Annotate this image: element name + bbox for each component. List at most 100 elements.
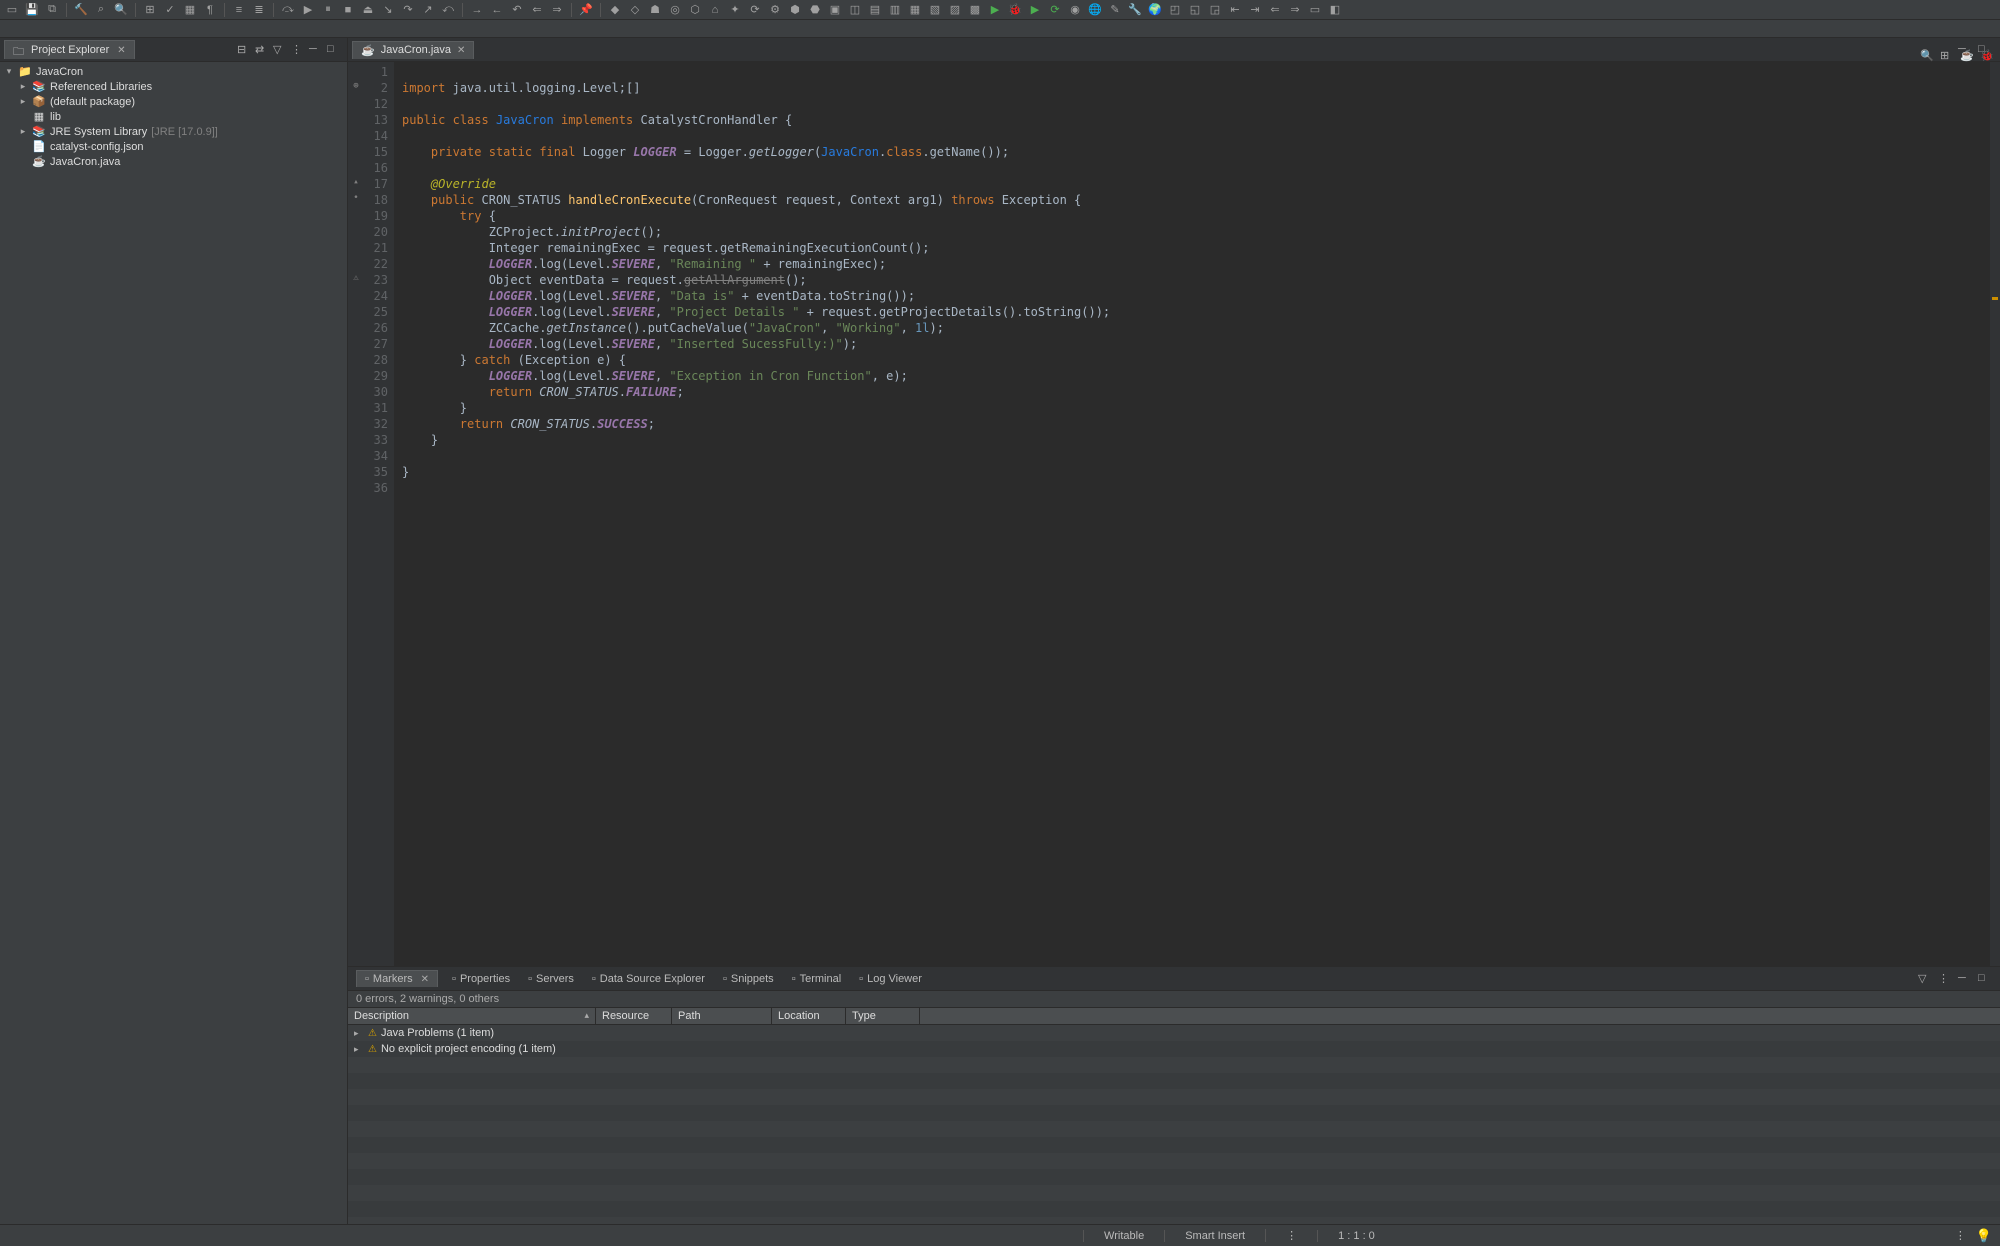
toolbar-misc-icon[interactable]: ⬣ xyxy=(807,2,823,18)
toolbar-step-return-icon[interactable]: ↗ xyxy=(420,2,436,18)
toolbar-debug-icon[interactable]: 🐞 xyxy=(1007,2,1023,18)
toolbar-misc-icon[interactable]: ▣ xyxy=(827,2,843,18)
toolbar-new-icon[interactable]: ▭ xyxy=(4,2,20,18)
toolbar-misc-icon[interactable]: ⟳ xyxy=(747,2,763,18)
maximize-icon[interactable]: □ xyxy=(1978,972,1992,985)
toolbar-misc-icon[interactable]: ▩ xyxy=(967,2,983,18)
bottom-tab-log-viewer[interactable]: ▫Log Viewer xyxy=(855,971,926,987)
toolbar-misc-icon[interactable]: ⬢ xyxy=(787,2,803,18)
toolbar-misc-icon[interactable]: ▨ xyxy=(947,2,963,18)
toolbar-misc-icon[interactable]: 🔧 xyxy=(1127,2,1143,18)
toolbar-misc-icon[interactable]: ⌂ xyxy=(707,2,723,18)
toolbar-misc-icon[interactable]: ◰ xyxy=(1167,2,1183,18)
link-editor-icon[interactable]: ⇄ xyxy=(255,43,269,57)
toolbar-misc-icon[interactable]: ▤ xyxy=(867,2,883,18)
sort-ascending-icon[interactable]: ▴ xyxy=(584,1010,589,1021)
toolbar-debug-skip-icon[interactable]: ⤼ xyxy=(280,2,296,18)
toolbar-last-edit-icon[interactable]: ↶ xyxy=(509,2,525,18)
close-icon[interactable]: ✕ xyxy=(457,45,465,56)
toolbar-misc-icon[interactable]: ◫ xyxy=(847,2,863,18)
toolbar-misc-icon[interactable]: 🌐 xyxy=(1087,2,1103,18)
column-type[interactable]: Type xyxy=(846,1008,920,1024)
filter-icon[interactable]: ▽ xyxy=(1918,972,1932,985)
bottom-tab-servers[interactable]: ▫Servers xyxy=(524,971,578,987)
toolbar-misc-icon[interactable]: ▭ xyxy=(1307,2,1323,18)
toolbar-open-type-icon[interactable]: ⌕ xyxy=(93,2,109,18)
toolbar-misc-icon[interactable]: ▥ xyxy=(887,2,903,18)
tip-bulb-icon[interactable]: 💡 xyxy=(1966,1228,1992,1244)
toolbar-misc-icon[interactable]: ◇ xyxy=(627,2,643,18)
toolbar-misc-icon[interactable]: ⇒ xyxy=(1287,2,1303,18)
tree-item[interactable]: ▸📚Referenced Libraries xyxy=(0,79,347,94)
tree-expander-icon[interactable]: ▸ xyxy=(18,96,28,107)
toolbar-suspend-icon[interactable]: ⏸ xyxy=(320,2,336,18)
open-perspective-icon[interactable]: ⊞ xyxy=(1940,49,1954,62)
toolbar-build-icon[interactable]: 🔨 xyxy=(73,2,89,18)
project-explorer-tab[interactable]: 🗀 Project Explorer ✕ xyxy=(4,40,135,59)
column-location[interactable]: Location xyxy=(772,1008,846,1024)
status-menu-icon[interactable]: ⋮ xyxy=(1265,1229,1317,1242)
tree-item[interactable]: ☕JavaCron.java xyxy=(0,154,347,169)
toolbar-back-icon[interactable]: ⇐ xyxy=(529,2,545,18)
toolbar-coverage-icon[interactable]: ▶ xyxy=(1027,2,1043,18)
toolbar-misc-icon[interactable]: ✎ xyxy=(1107,2,1123,18)
view-menu-icon[interactable]: ⋮ xyxy=(291,43,305,57)
collapse-all-icon[interactable]: ⊟ xyxy=(237,43,251,57)
bottom-tab-terminal[interactable]: ▫Terminal xyxy=(788,971,845,987)
tree-item[interactable]: 📄catalyst-config.json xyxy=(0,139,347,154)
toolbar-misc-icon[interactable]: ◱ xyxy=(1187,2,1203,18)
expand-icon[interactable]: ▸ xyxy=(354,1044,364,1055)
view-menu-icon[interactable]: ⋮ xyxy=(1938,972,1952,985)
toolbar-saveall-icon[interactable]: ⧉ xyxy=(44,2,60,18)
gutter-markers[interactable]: ⊕▴•⚠ xyxy=(348,62,364,966)
toolbar-misc-icon[interactable]: ☗ xyxy=(647,2,663,18)
toolbar-misc-icon[interactable]: ◧ xyxy=(1327,2,1343,18)
toolbar-search-icon[interactable]: 🔍 xyxy=(113,2,129,18)
search-icon[interactable]: 🔍 xyxy=(1920,49,1934,62)
toolbar-terminate-icon[interactable]: ■ xyxy=(340,2,356,18)
problem-group-row[interactable]: ▸⚠Java Problems (1 item) xyxy=(348,1025,2000,1041)
toolbar-annotation-next-icon[interactable]: ≣ xyxy=(251,2,267,18)
toolbar-misc-icon[interactable]: ⬡ xyxy=(687,2,703,18)
toolbar-block-selection-icon[interactable]: ▦ xyxy=(182,2,198,18)
toolbar-forward-icon[interactable]: ⇒ xyxy=(549,2,565,18)
toolbar-misc-icon[interactable]: ⇥ xyxy=(1247,2,1263,18)
toolbar-misc-icon[interactable]: ⚙ xyxy=(767,2,783,18)
bottom-tab-markers[interactable]: ▫Markers✕ xyxy=(356,970,438,987)
tree-item[interactable]: ▾📁JavaCron xyxy=(0,64,347,79)
minimize-icon[interactable]: ─ xyxy=(1958,972,1972,985)
bottom-tab-properties[interactable]: ▫Properties xyxy=(448,971,514,987)
toolbar-run-last-icon[interactable]: ⟳ xyxy=(1047,2,1063,18)
toolbar-save-icon[interactable]: 💾 xyxy=(24,2,40,18)
tree-expander-icon[interactable]: ▸ xyxy=(18,126,28,137)
toolbar-resume-icon[interactable]: ▶ xyxy=(300,2,316,18)
toolbar-drop-frame-icon[interactable]: ⤺ xyxy=(440,2,456,18)
tree-item[interactable]: ▦lib xyxy=(0,109,347,124)
toolbar-run-icon[interactable]: ▶ xyxy=(987,2,1003,18)
close-icon[interactable]: ✕ xyxy=(421,974,429,985)
problems-table-body[interactable]: ▸⚠Java Problems (1 item)▸⚠No explicit pr… xyxy=(348,1025,2000,1224)
debug-perspective-icon[interactable]: 🐞 xyxy=(1980,49,1994,62)
toolbar-misc-icon[interactable]: ◆ xyxy=(607,2,623,18)
bottom-tab-snippets[interactable]: ▫Snippets xyxy=(719,971,778,987)
toolbar-misc-icon[interactable]: ✦ xyxy=(727,2,743,18)
toolbar-next-annotation-icon[interactable]: → xyxy=(469,2,485,18)
toolbar-disconnect-icon[interactable]: ⏏ xyxy=(360,2,376,18)
toolbar-misc-icon[interactable]: ▦ xyxy=(907,2,923,18)
editor-tab-javacron[interactable]: ☕ JavaCron.java ✕ xyxy=(352,41,474,59)
tree-item[interactable]: ▸📦(default package) xyxy=(0,94,347,109)
status-menu-icon[interactable]: ⋮ xyxy=(1955,1229,1966,1242)
bottom-tab-data-source-explorer[interactable]: ▫Data Source Explorer xyxy=(588,971,709,987)
filter-icon[interactable]: ▽ xyxy=(273,43,287,57)
source-code-area[interactable]: import java.util.logging.Level;[] public… xyxy=(394,62,1990,966)
toolbar-toggle-mark-icon[interactable]: ✓ xyxy=(162,2,178,18)
toolbar-show-whitespace-icon[interactable]: ¶ xyxy=(202,2,218,18)
expand-icon[interactable]: ▸ xyxy=(354,1028,364,1039)
project-tree[interactable]: ▾📁JavaCron▸📚Referenced Libraries▸📦(defau… xyxy=(0,62,347,1224)
toolbar-step-into-icon[interactable]: ↘ xyxy=(380,2,396,18)
tree-expander-icon[interactable]: ▸ xyxy=(18,81,28,92)
toolbar-misc-icon[interactable]: ◲ xyxy=(1207,2,1223,18)
close-icon[interactable]: ✕ xyxy=(117,45,125,56)
overview-ruler[interactable] xyxy=(1990,62,2000,966)
problem-group-row[interactable]: ▸⚠No explicit project encoding (1 item) xyxy=(348,1041,2000,1057)
